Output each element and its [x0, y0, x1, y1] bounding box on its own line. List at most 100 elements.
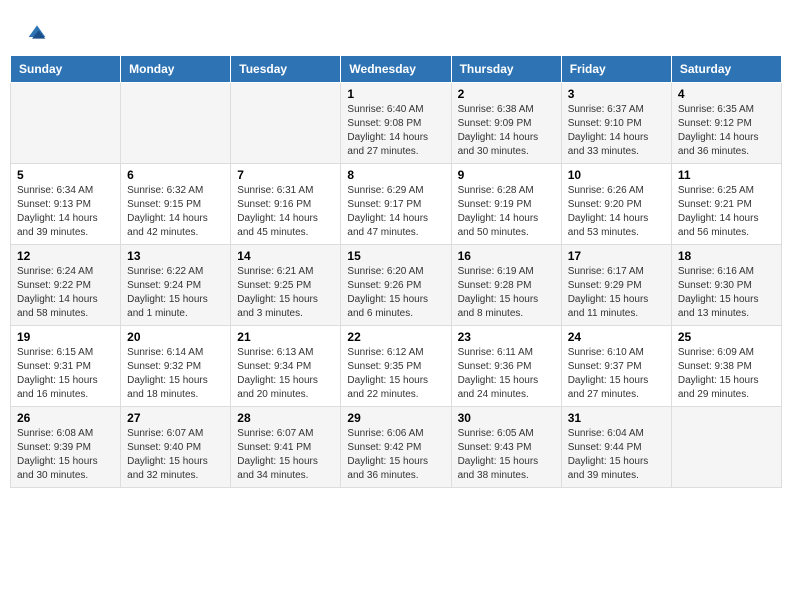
calendar-cell: 16 Sunrise: 6:19 AM Sunset: 9:28 PM Dayli…: [451, 245, 561, 326]
calendar-cell: 15 Sunrise: 6:20 AM Sunset: 9:26 PM Dayli…: [341, 245, 451, 326]
day-number: 7: [237, 168, 334, 182]
day-number: 30: [458, 411, 555, 425]
calendar-cell: 17 Sunrise: 6:17 AM Sunset: 9:29 PM Dayli…: [561, 245, 671, 326]
day-info: Sunrise: 6:09 AM Sunset: 9:38 PM Dayligh…: [678, 346, 775, 402]
day-info: Sunrise: 6:32 AM Sunset: 9:15 PM Dayligh…: [127, 184, 224, 240]
day-number: 15: [347, 249, 444, 263]
day-number: 17: [568, 249, 665, 263]
calendar-cell: 30 Sunrise: 6:05 AM Sunset: 9:43 PM Dayli…: [451, 407, 561, 488]
calendar-cell: 14 Sunrise: 6:21 AM Sunset: 9:25 PM Dayli…: [231, 245, 341, 326]
day-number: 23: [458, 330, 555, 344]
day-number: 8: [347, 168, 444, 182]
calendar-cell: 5 Sunrise: 6:34 AM Sunset: 9:13 PM Daylig…: [11, 164, 121, 245]
day-info: Sunrise: 6:37 AM Sunset: 9:10 PM Dayligh…: [568, 103, 665, 159]
day-header-wednesday: Wednesday: [341, 56, 451, 83]
day-info: Sunrise: 6:26 AM Sunset: 9:20 PM Dayligh…: [568, 184, 665, 240]
calendar-cell: [11, 83, 121, 164]
day-header-friday: Friday: [561, 56, 671, 83]
day-number: 10: [568, 168, 665, 182]
day-info: Sunrise: 6:40 AM Sunset: 9:08 PM Dayligh…: [347, 103, 444, 159]
page-header: [10, 10, 782, 47]
day-info: Sunrise: 6:29 AM Sunset: 9:17 PM Dayligh…: [347, 184, 444, 240]
day-number: 29: [347, 411, 444, 425]
calendar-week-row: 5 Sunrise: 6:34 AM Sunset: 9:13 PM Daylig…: [11, 164, 782, 245]
calendar-week-row: 19Sunrise: 6:15 AM Sunset: 9:31 PM Dayli…: [11, 326, 782, 407]
day-number: 6: [127, 168, 224, 182]
day-header-tuesday: Tuesday: [231, 56, 341, 83]
day-info: Sunrise: 6:24 AM Sunset: 9:22 PM Dayligh…: [17, 265, 114, 321]
calendar-week-row: 12 Sunrise: 6:24 AM Sunset: 9:22 PM Dayli…: [11, 245, 782, 326]
day-number: 4: [678, 87, 775, 101]
day-header-sunday: Sunday: [11, 56, 121, 83]
day-number: 14: [237, 249, 334, 263]
day-info: Sunrise: 6:25 AM Sunset: 9:21 PM Dayligh…: [678, 184, 775, 240]
day-number: 16: [458, 249, 555, 263]
day-info: Sunrise: 6:14 AM Sunset: 9:32 PM Dayligh…: [127, 346, 224, 402]
day-info: Sunrise: 6:07 AM Sunset: 9:41 PM Dayligh…: [237, 427, 334, 483]
day-info: Sunrise: 6:22 AM Sunset: 9:24 PM Dayligh…: [127, 265, 224, 321]
logo: [25, 20, 47, 42]
calendar-cell: 31Sunrise: 6:04 AM Sunset: 9:44 PM Dayli…: [561, 407, 671, 488]
calendar-cell: 6 Sunrise: 6:32 AM Sunset: 9:15 PM Daylig…: [121, 164, 231, 245]
calendar-cell: 4Sunrise: 6:35 AM Sunset: 9:12 PM Daylig…: [671, 83, 781, 164]
calendar-cell: 12 Sunrise: 6:24 AM Sunset: 9:22 PM Dayli…: [11, 245, 121, 326]
calendar-cell: 21 Sunrise: 6:13 AM Sunset: 9:34 PM Dayli…: [231, 326, 341, 407]
day-number: 9: [458, 168, 555, 182]
day-info: Sunrise: 6:05 AM Sunset: 9:43 PM Dayligh…: [458, 427, 555, 483]
calendar-cell: 3 Sunrise: 6:37 AM Sunset: 9:10 PM Daylig…: [561, 83, 671, 164]
day-number: 19: [17, 330, 114, 344]
calendar-cell: 28Sunrise: 6:07 AM Sunset: 9:41 PM Dayli…: [231, 407, 341, 488]
day-info: Sunrise: 6:21 AM Sunset: 9:25 PM Dayligh…: [237, 265, 334, 321]
calendar-cell: [671, 407, 781, 488]
calendar-cell: 22 Sunrise: 6:12 AM Sunset: 9:35 PM Dayli…: [341, 326, 451, 407]
day-number: 26: [17, 411, 114, 425]
day-info: Sunrise: 6:20 AM Sunset: 9:26 PM Dayligh…: [347, 265, 444, 321]
day-info: Sunrise: 6:17 AM Sunset: 9:29 PM Dayligh…: [568, 265, 665, 321]
day-info: Sunrise: 6:07 AM Sunset: 9:40 PM Dayligh…: [127, 427, 224, 483]
calendar-cell: 13Sunrise: 6:22 AM Sunset: 9:24 PM Dayli…: [121, 245, 231, 326]
day-info: Sunrise: 6:31 AM Sunset: 9:16 PM Dayligh…: [237, 184, 334, 240]
day-info: Sunrise: 6:28 AM Sunset: 9:19 PM Dayligh…: [458, 184, 555, 240]
day-info: Sunrise: 6:08 AM Sunset: 9:39 PM Dayligh…: [17, 427, 114, 483]
calendar-cell: [231, 83, 341, 164]
day-number: 1: [347, 87, 444, 101]
day-info: Sunrise: 6:06 AM Sunset: 9:42 PM Dayligh…: [347, 427, 444, 483]
calendar-cell: 23 Sunrise: 6:11 AM Sunset: 9:36 PM Dayli…: [451, 326, 561, 407]
calendar-cell: 1 Sunrise: 6:40 AM Sunset: 9:08 PM Daylig…: [341, 83, 451, 164]
day-number: 5: [17, 168, 114, 182]
day-header-saturday: Saturday: [671, 56, 781, 83]
day-number: 22: [347, 330, 444, 344]
calendar-cell: 11Sunrise: 6:25 AM Sunset: 9:21 PM Dayli…: [671, 164, 781, 245]
calendar-cell: 9 Sunrise: 6:28 AM Sunset: 9:19 PM Daylig…: [451, 164, 561, 245]
day-number: 18: [678, 249, 775, 263]
logo-icon: [27, 22, 47, 42]
calendar-cell: 18 Sunrise: 6:16 AM Sunset: 9:30 PM Dayli…: [671, 245, 781, 326]
day-info: Sunrise: 6:19 AM Sunset: 9:28 PM Dayligh…: [458, 265, 555, 321]
day-info: Sunrise: 6:04 AM Sunset: 9:44 PM Dayligh…: [568, 427, 665, 483]
day-number: 24: [568, 330, 665, 344]
day-number: 21: [237, 330, 334, 344]
calendar-week-row: 1 Sunrise: 6:40 AM Sunset: 9:08 PM Daylig…: [11, 83, 782, 164]
day-info: Sunrise: 6:34 AM Sunset: 9:13 PM Dayligh…: [17, 184, 114, 240]
day-info: Sunrise: 6:38 AM Sunset: 9:09 PM Dayligh…: [458, 103, 555, 159]
day-info: Sunrise: 6:12 AM Sunset: 9:35 PM Dayligh…: [347, 346, 444, 402]
day-info: Sunrise: 6:16 AM Sunset: 9:30 PM Dayligh…: [678, 265, 775, 321]
calendar-cell: 25Sunrise: 6:09 AM Sunset: 9:38 PM Dayli…: [671, 326, 781, 407]
day-info: Sunrise: 6:10 AM Sunset: 9:37 PM Dayligh…: [568, 346, 665, 402]
day-info: Sunrise: 6:11 AM Sunset: 9:36 PM Dayligh…: [458, 346, 555, 402]
calendar-cell: [121, 83, 231, 164]
calendar-cell: 26 Sunrise: 6:08 AM Sunset: 9:39 PM Dayli…: [11, 407, 121, 488]
calendar-cell: 29 Sunrise: 6:06 AM Sunset: 9:42 PM Dayli…: [341, 407, 451, 488]
calendar-header-row: SundayMondayTuesdayWednesdayThursdayFrid…: [11, 56, 782, 83]
calendar-cell: 10 Sunrise: 6:26 AM Sunset: 9:20 PM Dayli…: [561, 164, 671, 245]
calendar-cell: 8 Sunrise: 6:29 AM Sunset: 9:17 PM Daylig…: [341, 164, 451, 245]
day-info: Sunrise: 6:13 AM Sunset: 9:34 PM Dayligh…: [237, 346, 334, 402]
calendar-cell: 2Sunrise: 6:38 AM Sunset: 9:09 PM Daylig…: [451, 83, 561, 164]
calendar-table: SundayMondayTuesdayWednesdayThursdayFrid…: [10, 55, 782, 488]
day-number: 3: [568, 87, 665, 101]
day-header-thursday: Thursday: [451, 56, 561, 83]
day-number: 12: [17, 249, 114, 263]
calendar-cell: 19Sunrise: 6:15 AM Sunset: 9:31 PM Dayli…: [11, 326, 121, 407]
day-number: 20: [127, 330, 224, 344]
day-number: 27: [127, 411, 224, 425]
